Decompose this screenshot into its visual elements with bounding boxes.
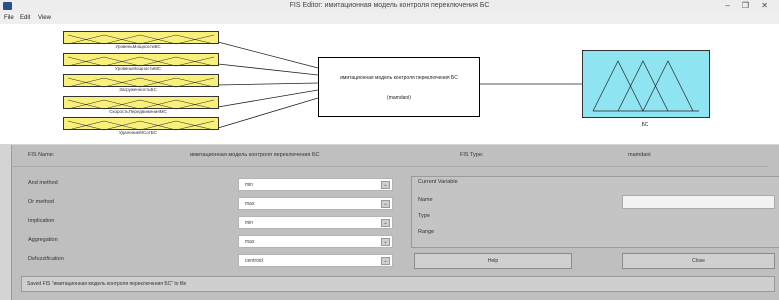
variable-range-label: Range (418, 229, 435, 235)
and-method-label: And method (28, 180, 58, 186)
or-method-select[interactable]: max ⌄ (238, 197, 393, 210)
implication-value: min (245, 220, 254, 226)
output-label: БС (641, 122, 649, 128)
window-title: FIS Editor: имитационная модель контроля… (289, 2, 490, 9)
or-method-label: Or method (28, 199, 54, 205)
help-button[interactable]: Help (414, 253, 572, 269)
fis-name-label: FIS Name: (28, 152, 55, 158)
fis-type-label: FIS Type: (460, 152, 484, 158)
current-variable-panel (411, 176, 779, 248)
menu-bar: File Edit View (0, 13, 779, 24)
chevron-down-icon: ⌄ (381, 257, 390, 265)
input-box-load-bs[interactable] (63, 74, 219, 88)
output-mf-icon (592, 60, 699, 112)
chevron-down-icon: ⌄ (381, 219, 390, 227)
menu-edit[interactable]: Edit (20, 15, 30, 21)
title-bar: FIS Editor: имитационная модель контроля… (0, 0, 779, 13)
or-method-value: max (245, 201, 255, 207)
defuzzification-select[interactable]: centroid ⌄ (238, 254, 393, 267)
system-name: имитационная модель контроля переключени… (340, 75, 458, 81)
menu-view[interactable]: View (38, 15, 51, 21)
defuzzification-value: centroid (245, 258, 263, 264)
system-type-tag: (mamdani) (387, 95, 411, 101)
input-label-power-ms: УровеньМощностиМС (114, 66, 162, 71)
chevron-down-icon: ⌄ (381, 238, 390, 246)
defuzzification-label: Defuzzification (28, 256, 64, 262)
chevron-down-icon: ⌄ (381, 181, 390, 189)
status-text: Saved FIS "имитационная модель контроля … (27, 281, 187, 287)
divider (11, 166, 768, 167)
current-variable-title: Current Variable (418, 179, 458, 185)
variable-name-field[interactable] (622, 195, 775, 209)
window-controls[interactable]: – ❐ ✕ (725, 1, 773, 10)
fis-type-value: mamdani (628, 152, 651, 158)
aggregation-value: max (245, 239, 255, 245)
input-box-distance-ms[interactable] (63, 117, 219, 131)
input-box-power-ms[interactable] (63, 53, 219, 67)
aggregation-label: Aggregation (28, 237, 58, 243)
aggregation-select[interactable]: max ⌄ (238, 235, 393, 248)
and-method-select[interactable]: min ⌄ (238, 178, 393, 191)
input-label-load-bs: ЗагруженностьБС (119, 87, 157, 92)
output-box[interactable] (582, 50, 710, 118)
fis-diagram: УровеньМощностиБС УровеньМощностиМС Загр… (0, 24, 779, 144)
fis-system-box[interactable]: имитационная модель контроля переключени… (318, 57, 480, 117)
chevron-down-icon: ⌄ (381, 200, 390, 208)
menu-file[interactable]: File (4, 15, 14, 21)
input-box-power-bs[interactable] (63, 31, 219, 45)
input-label-distance-ms: УдалениеМСотБС (119, 130, 157, 135)
implication-select[interactable]: min ⌄ (238, 216, 393, 229)
and-method-value: min (245, 182, 254, 188)
close-button[interactable]: Close (622, 253, 775, 269)
status-bar: Saved FIS "имитационная модель контроля … (21, 276, 775, 292)
implication-label: Implication (28, 218, 55, 224)
variable-name-label: Name (418, 197, 433, 203)
fis-name-value: имитационная модель контроля переключени… (190, 152, 320, 158)
variable-type-label: Type (418, 213, 430, 219)
input-box-speed-ms[interactable] (63, 96, 219, 110)
input-label-speed-ms: СкоростьПередвиженияМС (109, 109, 167, 114)
input-label-power-bs: УровеньМощностиБС (115, 44, 161, 49)
